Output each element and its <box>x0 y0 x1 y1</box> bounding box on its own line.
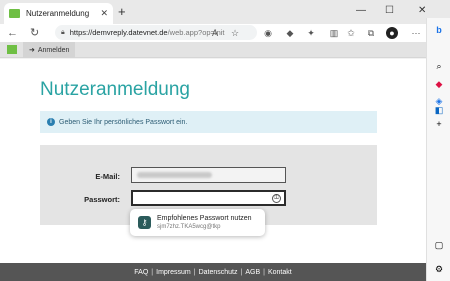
navigation-bar: ← ↻ 🔒︎ https://demvreply.datevnet.de/web… <box>0 24 450 42</box>
footer-link-impressum[interactable]: Impressum <box>156 269 191 276</box>
lock-icon: 🔒︎ <box>61 28 65 36</box>
suggested-password: sjm7zhz.TKA5wcg@tkp <box>157 224 221 230</box>
search-icon[interactable]: ⌕ <box>433 60 445 72</box>
site-favicon-icon <box>9 9 20 18</box>
tab-close-icon[interactable]: ✕ <box>100 8 108 19</box>
suggestion-text: Empfohlenes Passwort nutzen sjm7zhz.TKA5… <box>157 214 252 231</box>
footer-separator: | <box>151 268 154 276</box>
datev-logo <box>7 45 17 54</box>
reload-icon[interactable]: ↻ <box>30 25 39 41</box>
tab-strip: Nutzeranmeldung ✕ + — ☐ ✕ <box>0 0 450 24</box>
address-bar[interactable]: 🔒︎ https://demvreply.datevnet.de/web.app… <box>55 25 257 40</box>
shopping-icon[interactable]: ◆ <box>433 78 445 90</box>
back-icon[interactable]: ← <box>7 25 18 41</box>
add-sidebar-icon[interactable]: + <box>433 118 445 130</box>
info-text: Geben Sie Ihr persönliches Passwort ein. <box>59 118 188 126</box>
close-window-button[interactable]: ✕ <box>418 4 426 18</box>
footer-separator: | <box>193 268 196 276</box>
extensions-icon[interactable]: ✦ <box>305 27 317 39</box>
login-nav-label: Anmelden <box>37 46 70 54</box>
favorites-star-icon[interactable]: ☆ <box>229 27 241 39</box>
password-label: Passwort: <box>84 195 120 204</box>
collections-star-icon[interactable]: ✩ <box>345 27 357 39</box>
email-field[interactable] <box>131 167 286 183</box>
extension-icon[interactable]: ◉ <box>262 27 274 39</box>
page-title: Nutzeranmeldung <box>40 79 190 100</box>
password-manager-key-icon[interactable]: ⚿ <box>272 194 281 203</box>
sidebar-layout-icon[interactable]: ▢ <box>433 239 445 251</box>
info-message: i Geben Sie Ihr persönliches Passwort ei… <box>40 111 377 133</box>
footer-link-faq[interactable]: FAQ <box>134 269 148 276</box>
password-field[interactable]: ⚿ <box>131 190 286 206</box>
main-content: Nutzeranmeldung i Geben Sie Ihr persönli… <box>0 59 426 263</box>
page-viewport: ➜ Anmelden Nutzeranmeldung i Geben Sie I… <box>0 42 426 281</box>
key-icon: ⚷ <box>138 216 151 229</box>
info-icon: i <box>47 118 55 126</box>
collections-icon[interactable]: ⧉ <box>365 27 377 39</box>
tab-title: Nutzeranmeldung <box>26 9 90 18</box>
split-screen-icon[interactable]: ▥ <box>328 27 340 39</box>
email-value-redacted <box>137 172 212 178</box>
email-label: E-Mail: <box>95 172 120 181</box>
password-suggestion-popup[interactable]: ⚷ Empfohlenes Passwort nutzen sjm7zhz.TK… <box>130 209 265 236</box>
copilot-icon[interactable]: b <box>433 24 445 36</box>
footer-separator: | <box>263 268 265 276</box>
login-nav-item[interactable]: ➜ Anmelden <box>23 42 76 58</box>
footer-link-agb[interactable]: AGB <box>245 269 260 276</box>
url-host: https://demvreply.datevnet.de <box>69 28 168 37</box>
settings-gear-icon[interactable]: ⚙ <box>433 263 445 275</box>
new-tab-button[interactable]: + <box>118 4 126 20</box>
browser-tab[interactable]: Nutzeranmeldung ✕ <box>4 3 113 24</box>
minimize-button[interactable]: — <box>356 4 366 18</box>
login-arrow-icon: ➜ <box>29 47 35 54</box>
edge-sidebar: b ⌕ ◆ ◈ ◧ + ▢ ⚙ <box>426 18 450 281</box>
address-url[interactable]: https://demvreply.datevnet.de/web.app?op… <box>70 28 225 37</box>
suggestion-title: Empfohlenes Passwort nutzen <box>157 215 252 222</box>
footer-separator: | <box>240 268 243 276</box>
page-footer: FAQ | Impressum | Datenschutz | AGB | Ko… <box>0 263 426 281</box>
more-menu-icon[interactable]: ⋯ <box>410 27 422 39</box>
extension-puzzle-icon[interactable]: ◆ <box>284 27 296 39</box>
maximize-button[interactable]: ☐ <box>385 4 394 18</box>
read-aloud-icon[interactable]: A <box>209 27 221 39</box>
app-header: ➜ Anmelden <box>0 42 426 58</box>
footer-link-datenschutz[interactable]: Datenschutz <box>199 269 238 276</box>
outlook-icon[interactable]: ◧ <box>433 104 445 116</box>
footer-link-kontakt[interactable]: Kontakt <box>268 269 292 276</box>
profile-avatar[interactable]: ● <box>386 27 398 39</box>
